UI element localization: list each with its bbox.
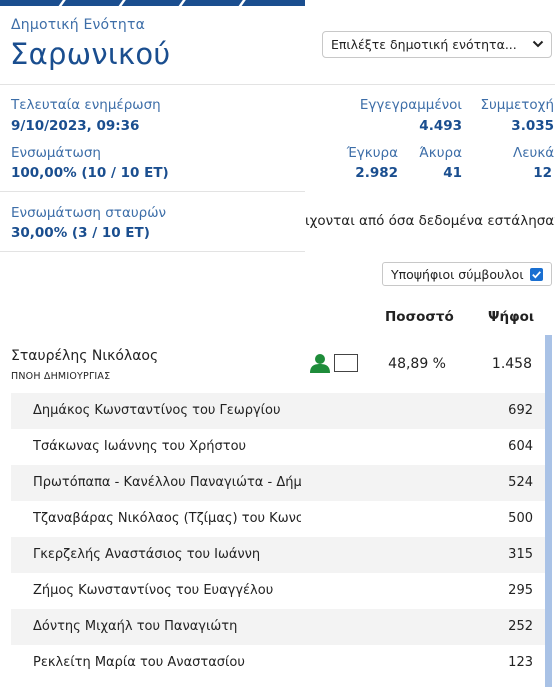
candidate-name: Πρωτόπαπα - Κανέλλου Παναγιώτα - Δήμητρα [33, 475, 301, 490]
participation-label: Συμμετοχή [480, 97, 554, 113]
table-row: Ρεκλείτη Μαρία του Αναστασίου 123 [11, 645, 545, 681]
last-update-value: 9/10/2023, 09:36 [11, 118, 140, 134]
party-votes: 1.458 [491, 356, 532, 372]
candidate-votes: 692 [508, 403, 533, 418]
valid-label: Έγκυρα [346, 145, 398, 161]
participation-value: 3.035 [511, 118, 554, 134]
table-row: Τσάκωνας Ιωάννης του Χρήστου 604 [11, 429, 545, 465]
party-percent: 48,89 % [388, 356, 446, 372]
table-row: Πρωτόπαπα - Κανέλλου Παναγιώτα - Δήμητρα… [11, 465, 545, 501]
candidate-name: Τσάκωνας Ιωάννης του Χρήστου [33, 439, 247, 454]
invalid-label: Άκυρα [419, 145, 462, 161]
column-header-percent: Ποσοστό [385, 309, 454, 325]
table-row: Ζήμος Κωνσταντίνος του Ευαγγέλου 295 [11, 573, 545, 609]
party-leader-name: Σταυρέλης Νικόλαος [11, 348, 159, 364]
candidate-name: Ζήμος Κωνσταντίνος του Ευαγγέλου [33, 583, 274, 598]
candidate-votes: 123 [508, 655, 533, 670]
invalid-value: 41 [443, 165, 462, 181]
blank-label: Λευκά [513, 145, 555, 161]
check-icon [532, 271, 541, 279]
party-list-name: ΠΝΟΗ ΔΗΜΙΟΥΡΓΙΑΣ [11, 371, 111, 382]
cross-integration-label: Ενσωμάτωση σταυρών [11, 205, 167, 221]
registered-label: Εγγεγραμμένοι [359, 97, 462, 113]
candidate-name: Ρεκλείτη Μαρία του Αναστασίου [33, 655, 245, 670]
blank-value: 12 [533, 165, 552, 181]
table-row: Γκερζελής Αναστάσιος του Ιωάννη 315 [11, 537, 545, 573]
candidates-toggle-label: Υποψήφιοι σύμβουλοι [391, 267, 524, 282]
registered-value: 4.493 [419, 118, 462, 134]
select-checkbox[interactable] [334, 354, 358, 372]
page-title: Σαρωνικού [10, 37, 171, 71]
candidate-votes: 500 [508, 511, 533, 526]
select-value: Επιλέξτε δημοτική ενότητα... [331, 37, 517, 52]
divider [0, 191, 305, 192]
divider [0, 84, 305, 85]
candidates-checkbox[interactable] [530, 268, 543, 281]
candidate-name: Δόντης Μιχαήλ του Παναγιώτη [33, 619, 238, 634]
chevron-down-icon [532, 37, 544, 51]
candidate-votes: 524 [508, 475, 533, 490]
section-subtitle: Δημοτική Ενότητα [11, 17, 146, 33]
person-icon [309, 353, 331, 377]
candidate-name: Γκερζελής Αναστάσιος του Ιωάννη [33, 547, 261, 562]
candidate-name: Δημάκος Κωνσταντίνος του Γεωργίου [33, 403, 281, 418]
notice-text: ιχονται από όσα δεδομένα εστάλησαν με SR… [305, 213, 555, 229]
candidate-name: Τζαναβάρας Νικόλαος (Τζίμας) του Κωνσταν… [33, 511, 301, 526]
candidate-votes: 252 [508, 619, 533, 634]
integration-label: Ενσωμάτωση [11, 145, 101, 161]
table-row: Τζαναβάρας Νικόλαος (Τζίμας) του Κωνσταν… [11, 501, 545, 537]
divider [305, 84, 555, 85]
divider [0, 251, 305, 252]
table-row: Δημάκος Κωνσταντίνος του Γεωργίου 692 [11, 393, 545, 429]
column-header-votes: Ψήφοι [488, 309, 535, 325]
integration-value: 100,00% (10 / 10 ΕΤ) [11, 165, 169, 181]
candidate-votes: 604 [508, 439, 533, 454]
table-row: Δόντης Μιχαήλ του Παναγιώτη 252 [11, 609, 545, 645]
municipal-unit-select[interactable]: Επιλέξτε δημοτική ενότητα... [322, 31, 552, 58]
candidate-votes: 295 [508, 583, 533, 598]
cross-integration-value: 30,00% (3 / 10 ΕΤ) [11, 225, 150, 241]
candidate-votes: 315 [508, 547, 533, 562]
valid-value: 2.982 [355, 165, 398, 181]
candidates-toggle[interactable]: Υποψήφιοι σύμβουλοι [382, 262, 552, 286]
scrollbar[interactable] [545, 335, 552, 687]
last-update-label: Τελευταία ενημέρωση [11, 97, 161, 113]
